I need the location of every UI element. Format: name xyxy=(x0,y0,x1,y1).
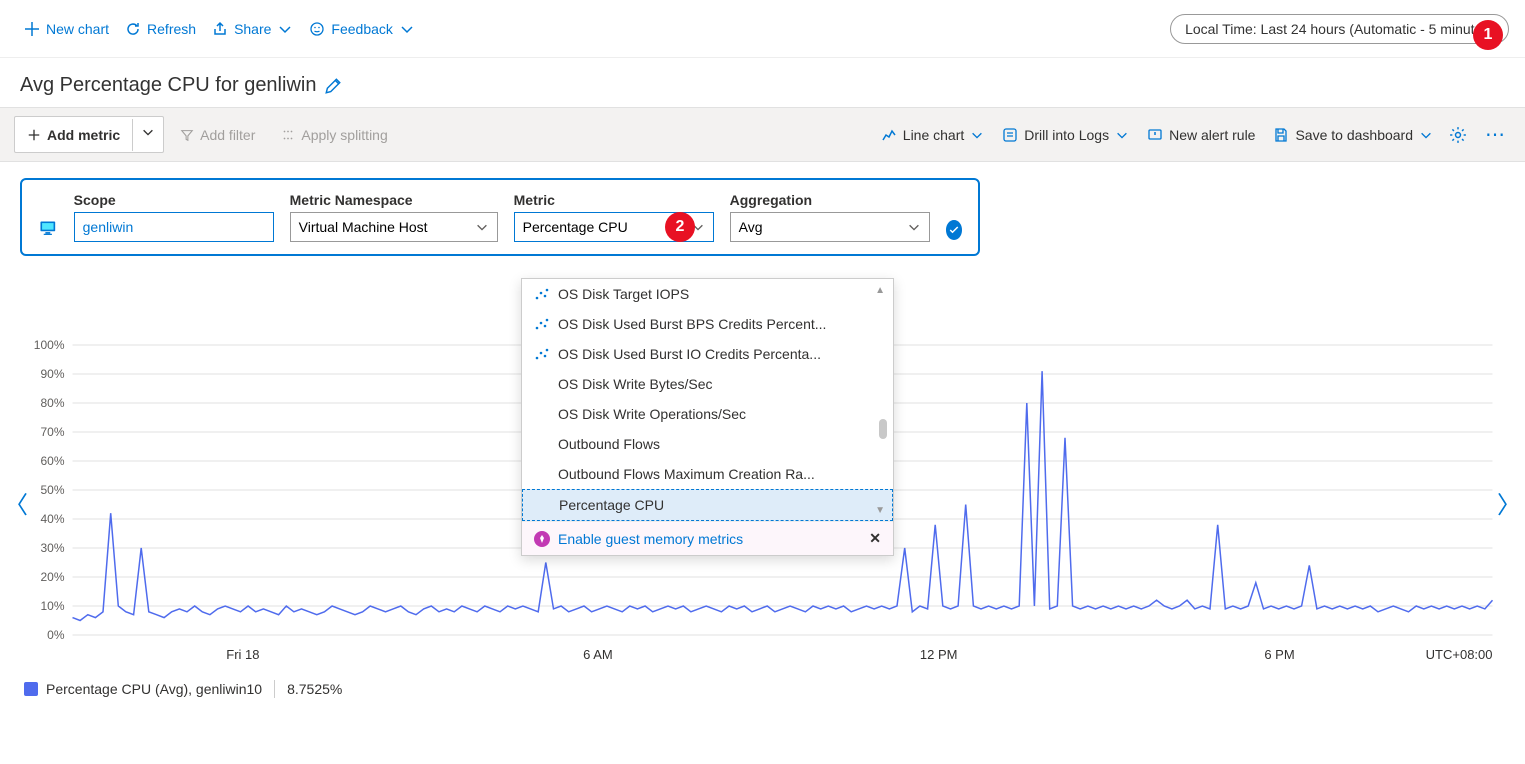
close-icon[interactable]: ✕ xyxy=(869,530,881,547)
chevron-down-icon xyxy=(475,220,489,234)
chevron-down-icon xyxy=(970,128,984,142)
svg-text:UTC+08:00: UTC+08:00 xyxy=(1426,647,1493,662)
scatter-icon xyxy=(534,346,550,362)
svg-text:30%: 30% xyxy=(40,541,64,555)
svg-text:100%: 100% xyxy=(34,338,65,352)
new-alert-button[interactable]: New alert rule xyxy=(1145,123,1257,147)
svg-text:90%: 90% xyxy=(40,367,64,381)
svg-text:40%: 40% xyxy=(40,512,64,526)
split-icon xyxy=(281,128,295,142)
namespace-selector[interactable]: Virtual Machine Host xyxy=(290,212,498,242)
svg-text:Fri 18: Fri 18 xyxy=(226,647,259,662)
scope-selector[interactable]: genliwin xyxy=(74,212,274,242)
scope-label: Scope xyxy=(74,192,274,208)
metric-option[interactable]: Outbound Flows Maximum Creation Ra... xyxy=(522,459,893,489)
save-dashboard-button[interactable]: Save to dashboard xyxy=(1271,123,1435,147)
aggregation-label: Aggregation xyxy=(730,192,930,208)
chevron-down-icon xyxy=(399,21,415,37)
callout-badge-1: 1 xyxy=(1473,20,1503,50)
chevron-down-icon xyxy=(277,21,293,37)
compass-icon xyxy=(534,531,550,547)
chart-next-button[interactable]: 〉 xyxy=(1497,485,1521,520)
aggregation-selector[interactable]: Avg xyxy=(730,212,930,242)
metric-label: Metric xyxy=(514,192,714,208)
metric-toolbar: Add metric Add filter Apply splitting Li… xyxy=(0,107,1525,162)
metric-option[interactable]: OS Disk Write Bytes/Sec xyxy=(522,369,893,399)
legend-swatch xyxy=(24,682,38,696)
svg-text:70%: 70% xyxy=(40,425,64,439)
settings-icon[interactable] xyxy=(1449,126,1467,144)
chart-title: Avg Percentage CPU for genliwin xyxy=(20,74,316,97)
legend-label: Percentage CPU (Avg), genliwin10 xyxy=(46,681,262,697)
chart-prev-button[interactable]: 〈 xyxy=(4,485,28,520)
refresh-icon xyxy=(125,21,141,37)
svg-text:6 PM: 6 PM xyxy=(1264,647,1294,662)
alert-icon xyxy=(1147,127,1163,143)
metric-config-card: Scope genliwin Metric Namespace Virtual … xyxy=(20,178,980,256)
namespace-label: Metric Namespace xyxy=(290,192,498,208)
chart-legend: Percentage CPU (Avg), genliwin10 8.7525% xyxy=(20,670,1505,708)
add-metric-button[interactable]: Add metric xyxy=(14,116,164,153)
metric-dropdown[interactable]: ▲ OS Disk Target IOPSOS Disk Used Burst … xyxy=(521,278,894,556)
share-button[interactable]: Share xyxy=(204,15,301,43)
drill-logs-button[interactable]: Drill into Logs xyxy=(1000,123,1131,147)
smiley-icon xyxy=(309,21,325,37)
svg-text:10%: 10% xyxy=(40,599,64,613)
chevron-down-icon xyxy=(141,125,155,139)
plus-icon xyxy=(27,128,41,142)
plus-icon xyxy=(24,21,40,37)
new-chart-button[interactable]: New chart xyxy=(16,15,117,43)
svg-text:20%: 20% xyxy=(40,570,64,584)
metric-option[interactable]: Outbound Flows xyxy=(522,429,893,459)
feedback-button[interactable]: Feedback xyxy=(301,15,422,43)
metric-option[interactable]: Percentage CPU xyxy=(522,489,893,521)
save-icon xyxy=(1273,127,1289,143)
add-metric-chevron[interactable] xyxy=(133,117,163,152)
logs-icon xyxy=(1002,127,1018,143)
metric-option[interactable]: OS Disk Used Burst BPS Credits Percent..… xyxy=(522,309,893,339)
metric-option[interactable]: OS Disk Target IOPS xyxy=(522,279,893,309)
svg-text:50%: 50% xyxy=(40,483,64,497)
legend-value: 8.7525% xyxy=(287,681,342,697)
svg-text:80%: 80% xyxy=(40,396,64,410)
config-apply-check[interactable] xyxy=(946,220,962,240)
scatter-icon xyxy=(534,316,550,332)
add-filter-button: Add filter xyxy=(170,121,265,149)
refresh-button[interactable]: Refresh xyxy=(117,15,204,43)
enable-guest-memory-link[interactable]: Enable guest memory metrics ✕ xyxy=(522,521,893,555)
more-options-button[interactable]: ⋯ xyxy=(1481,122,1511,147)
line-chart-selector[interactable]: Line chart xyxy=(879,123,986,147)
chevron-down-icon xyxy=(1419,128,1433,142)
line-chart-icon xyxy=(881,127,897,143)
edit-title-icon[interactable] xyxy=(324,77,342,95)
svg-text:0%: 0% xyxy=(47,628,65,642)
chevron-down-icon xyxy=(1115,128,1129,142)
filter-icon xyxy=(180,128,194,142)
scatter-icon xyxy=(534,286,550,302)
svg-text:60%: 60% xyxy=(40,454,64,468)
chevron-down-icon xyxy=(907,220,921,234)
metric-option[interactable]: OS Disk Used Burst IO Credits Percenta..… xyxy=(522,339,893,369)
time-range-selector[interactable]: Local Time: Last 24 hours (Automatic - 5… xyxy=(1170,14,1509,44)
vm-icon xyxy=(38,216,58,240)
metric-option[interactable]: OS Disk Write Operations/Sec xyxy=(522,399,893,429)
share-icon xyxy=(212,21,228,37)
svg-text:6 AM: 6 AM xyxy=(583,647,613,662)
scroll-up-arrow[interactable]: ▲ xyxy=(875,285,885,296)
scrollbar-thumb[interactable] xyxy=(879,419,887,439)
scroll-down-arrow[interactable]: ▼ xyxy=(875,505,885,516)
svg-text:12 PM: 12 PM xyxy=(920,647,958,662)
apply-splitting-button: Apply splitting xyxy=(271,121,397,149)
callout-badge-2: 2 xyxy=(665,212,695,242)
chart-title-row: Avg Percentage CPU for genliwin xyxy=(0,58,1525,107)
top-toolbar: New chart Refresh Share Feedback Local T… xyxy=(0,0,1525,58)
